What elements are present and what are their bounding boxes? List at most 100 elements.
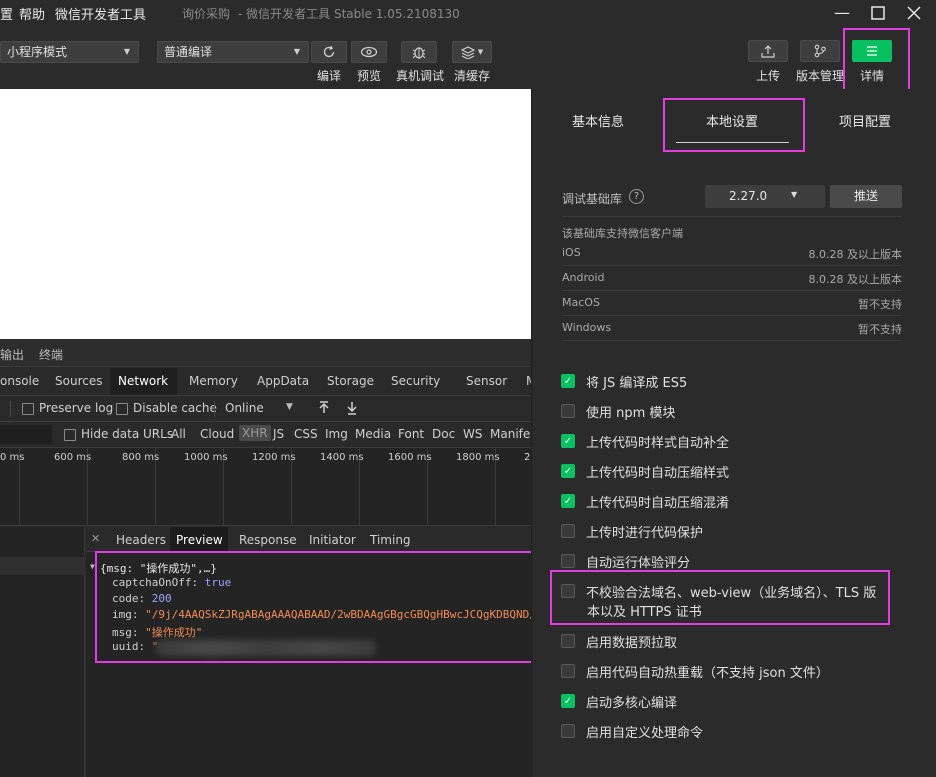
maximize-icon[interactable] [860,0,896,25]
option-code-protect[interactable]: 上传时进行代码保护 [561,521,703,541]
filter-input[interactable] [0,425,52,444]
hide-data-urls-checkbox[interactable] [64,429,76,441]
preview-button[interactable] [351,41,387,63]
support-ver: 8.0.28 及以上版本 [808,273,902,286]
checkbox-checked[interactable]: ✓ [561,494,575,508]
tick-label: 1000 ms [184,452,228,463]
request-list[interactable] [0,527,85,777]
filter-xhr[interactable]: XHR [239,425,271,441]
tab-project-config[interactable]: 项目配置 [839,111,891,130]
tick-label: 1200 ms [252,452,296,463]
filter-manifest[interactable]: Manifes [490,427,537,441]
filter-cloud[interactable]: Cloud [200,427,234,441]
bug-icon [412,47,426,59]
option-hot-reload[interactable]: 启用代码自动热重载（不支持 json 文件） [561,661,829,681]
tab-preview[interactable]: Preview [170,527,228,551]
import-har-icon[interactable] [318,401,330,415]
devtools-top-tabs: 输出 终端 [0,339,531,367]
lib-version-select[interactable]: 2.27.0 ▼ [705,185,825,208]
network-timeline[interactable]: 0 ms 600 ms 800 ms 1000 ms 1200 ms 1400 … [0,448,531,526]
chevron-down-icon: ▼ [123,47,130,56]
panel-storage[interactable]: Storage [319,368,382,395]
export-har-icon[interactable] [346,401,358,415]
response-preview: ▼ {msg: "操作成功",…} captchaOnOff: true cod… [86,551,536,777]
tab-initiator[interactable]: Initiator [303,527,362,551]
panel-security[interactable]: Security [383,368,448,395]
panel-appdata[interactable]: AppData [249,368,317,395]
real-debug-button[interactable] [401,41,437,63]
checkbox[interactable] [561,724,575,738]
close-icon[interactable]: ✕ [91,532,100,545]
filter-media[interactable]: Media [355,427,391,441]
tab-output[interactable]: 输出 [0,346,24,363]
checkbox[interactable] [561,524,575,538]
option-style-autocomplete[interactable]: ✓ 上传代码时样式自动补全 [561,431,729,451]
preview-highlight-box [95,551,536,663]
network-filter-bar: Hide data URLs All Cloud XHR JS CSS Img … [0,422,537,448]
mode-select[interactable]: 小程序模式 ▼ [0,41,139,63]
filter-ws[interactable]: WS [463,427,482,441]
simulator-viewport[interactable] [0,89,531,339]
panel-memory[interactable]: Memory [181,368,246,395]
option-minify-obfuscate[interactable]: ✓ 上传代码时自动压缩混淆 [561,491,729,511]
clear-cache-button[interactable]: ▼ [452,41,492,63]
checkbox[interactable] [561,634,575,648]
push-button[interactable]: 推送 [830,185,902,208]
real-debug-label: 真机调试 [395,69,444,83]
compile-mode-select[interactable]: 普通编译 ▼ [157,41,309,63]
checkbox-checked[interactable]: ✓ [561,434,575,448]
version-button[interactable] [800,40,840,62]
close-icon[interactable] [896,0,932,25]
option-auto-audit[interactable]: 自动运行体验评分 [561,551,690,571]
tab-headers[interactable]: Headers [110,527,172,551]
compile-button[interactable] [311,41,347,63]
filter-css[interactable]: CSS [294,427,318,441]
tick-label: 1400 ms [320,452,364,463]
chevron-down-icon[interactable]: ▼ [286,402,293,412]
option-es5[interactable]: ✓ 将 JS 编译成 ES5 [561,371,687,391]
request-detail-tabs: ✕ Headers Preview Response Initiator Tim… [86,527,531,552]
tab-response[interactable]: Response [233,527,303,551]
filter-all[interactable]: All [171,427,186,441]
checkbox[interactable] [561,554,575,568]
checkbox-checked[interactable]: ✓ [561,374,575,388]
option-npm[interactable]: 使用 npm 模块 [561,401,675,421]
panel-sensor[interactable]: Sensor [458,368,515,395]
tick-label: 1600 ms [388,452,432,463]
menu-settings[interactable]: 置 [0,4,13,23]
checkbox[interactable] [561,404,575,418]
panel-network[interactable]: Network [110,368,177,395]
disable-cache-checkbox[interactable] [116,403,128,415]
menu-help[interactable]: 帮助 [19,4,45,23]
clear-cache-label: 清缓存 [453,69,490,83]
option-minify-style[interactable]: ✓ 上传代码时自动压缩样式 [561,461,729,481]
upload-label: 上传 [755,69,780,83]
tab-terminal[interactable]: 终端 [39,346,63,363]
option-custom-command[interactable]: 启用自定义处理命令 [561,721,703,741]
panel-console[interactable]: onsole [0,368,47,395]
help-icon[interactable]: ? [629,189,644,204]
panel-sources[interactable]: Sources [47,368,110,395]
option-multicore[interactable]: ✓ 启动多核心编译 [561,691,677,711]
tick-label: 2 [524,452,531,463]
upload-button[interactable] [748,40,788,62]
filter-js[interactable]: JS [273,427,284,441]
devtools-panel-tabs: onsole Sources Network Memory AppData St… [0,368,536,396]
table-row[interactable] [0,557,85,575]
minimize-icon[interactable]: — [824,0,860,25]
tab-highlight-box [663,98,805,152]
option-prefetch[interactable]: 启用数据预拉取 [561,631,677,651]
filter-font[interactable]: Font [398,427,424,441]
option-highlight-box [550,570,890,625]
preserve-log-checkbox[interactable] [22,403,34,415]
tick-label: 800 ms [122,452,160,463]
checkbox-checked[interactable]: ✓ [561,694,575,708]
checkbox-checked[interactable]: ✓ [561,464,575,478]
filter-img[interactable]: Img [325,427,348,441]
menu-devtools[interactable]: 微信开发者工具 [55,4,146,23]
filter-doc[interactable]: Doc [432,427,455,441]
tab-timing[interactable]: Timing [364,527,417,551]
checkbox[interactable] [561,664,575,678]
throttle-select[interactable]: Online [225,401,264,415]
tab-basic-info[interactable]: 基本信息 [572,111,624,130]
